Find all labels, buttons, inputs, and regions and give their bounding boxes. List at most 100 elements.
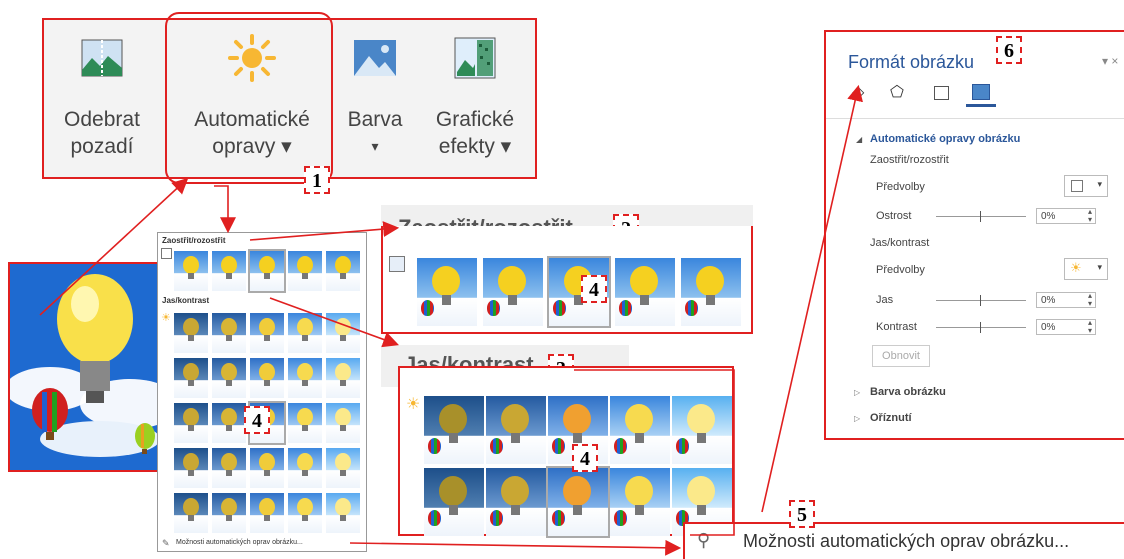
- brightness-presets-dropdown[interactable]: ☀ ▾: [1064, 258, 1108, 280]
- auto-corrections-section[interactable]: Automatické opravy obrázku: [870, 133, 1020, 145]
- brightness-thumb[interactable]: [288, 403, 322, 443]
- brightness-thumb[interactable]: [288, 448, 322, 488]
- color-label-2: ▾: [371, 138, 379, 154]
- brightness-thumb[interactable]: [250, 358, 284, 398]
- pane-options-chevron-icon[interactable]: ▾ ×: [1102, 54, 1118, 68]
- expand-color-icon[interactable]: ▷: [854, 388, 860, 397]
- brightness-preset-thumb[interactable]: [610, 396, 670, 464]
- brightness-thumb[interactable]: [288, 493, 322, 533]
- color-button[interactable]: Barva ▾: [340, 20, 410, 177]
- brightness-preset-thumb[interactable]: [672, 396, 732, 464]
- sharpen-thumb[interactable]: [288, 251, 322, 291]
- sharpness-label: Ostrost: [876, 210, 912, 222]
- brightness-thumb[interactable]: [326, 313, 360, 353]
- brightness-thumb[interactable]: [326, 448, 360, 488]
- brightness-preset-thumb[interactable]: [546, 466, 610, 538]
- auto-corrections-options-menu-item[interactable]: ⚲ Možnosti automatických oprav obrázku..…: [683, 522, 1124, 559]
- reset-button[interactable]: Obnovit: [872, 345, 930, 367]
- gallery-section-sharpen: Zaostřit/rozostřit: [162, 236, 226, 245]
- brightness-slider[interactable]: [936, 295, 1026, 306]
- artistic-effects-label-1: Grafické: [435, 108, 515, 131]
- brightness-preset-thumb[interactable]: [486, 468, 546, 536]
- sharpen-thumb[interactable]: [174, 251, 208, 291]
- brightness-thumb[interactable]: [250, 493, 284, 533]
- callout-4-gallery: 4: [244, 406, 270, 434]
- brightness-input[interactable]: 0% ▴ ▾: [1036, 292, 1096, 308]
- brightness-sun-icon: ☀: [161, 312, 171, 324]
- picture-color-icon: [354, 40, 396, 76]
- brightness-preset-thumb[interactable]: [486, 396, 546, 464]
- expand-crop-icon[interactable]: ▷: [854, 414, 860, 423]
- sharpen-thumb[interactable]: [248, 249, 286, 293]
- fill-line-tab-icon[interactable]: ◇: [852, 82, 864, 102]
- remove-background-button[interactable]: Odebrat pozadí: [52, 20, 152, 177]
- contrast-slider[interactable]: [936, 322, 1026, 333]
- brightness-thumb[interactable]: [174, 358, 208, 398]
- crop-section[interactable]: Oříznutí: [870, 412, 912, 424]
- brightness-presets-label: Předvolby: [876, 264, 925, 276]
- sharpness-slider[interactable]: [936, 211, 1026, 222]
- brightness-thumb[interactable]: [174, 403, 208, 443]
- sharpen-presets-dropdown[interactable]: ▾: [1064, 175, 1108, 197]
- brightness-thumb[interactable]: [288, 313, 322, 353]
- brightness-thumb[interactable]: [174, 493, 208, 533]
- remove-background-label-2: pozadí: [70, 135, 134, 158]
- lightbulb-balloon-image: [10, 274, 166, 457]
- paint-icon: ✎: [162, 538, 170, 548]
- brightness-thumb[interactable]: [212, 493, 246, 533]
- brightness-thumb[interactable]: [212, 448, 246, 488]
- brightness-heading: Jas/kontrast: [870, 237, 930, 249]
- sharpen-thumb[interactable]: [326, 251, 360, 291]
- remove-background-icon: [81, 39, 123, 77]
- callout-6: 6: [996, 36, 1022, 64]
- picture-color-section[interactable]: Barva obrázku: [870, 386, 946, 398]
- auto-corrections-gallery: Zaostřit/rozostřit Jas/kontrast ☀ ✎ Možn…: [157, 232, 367, 552]
- brightness-zoom-panel: ☀: [398, 366, 734, 538]
- brightness-label: Jas: [876, 294, 894, 306]
- paint-bucket-icon: ⚲: [697, 530, 711, 550]
- sharpen-presets-label: Předvolby: [876, 181, 925, 193]
- picture-tab-icon[interactable]: [972, 84, 990, 100]
- sharpness-input[interactable]: 0% ▴ ▾: [1036, 208, 1096, 224]
- sharpen-preset-thumb[interactable]: [681, 258, 741, 326]
- brightness-thumb[interactable]: [288, 358, 322, 398]
- effects-tab-icon[interactable]: ⬠: [890, 82, 904, 102]
- format-picture-pane: Formát obrázku 6 ▾ × ◇ ⬠ ◢ Automatické o…: [824, 30, 1124, 440]
- brightness-preset-thumb[interactable]: [424, 396, 484, 464]
- sharpen-preset-thumb[interactable]: [417, 258, 477, 326]
- active-tab-indicator: [966, 104, 996, 107]
- brightness-thumb[interactable]: [250, 313, 284, 353]
- brightness-thumb[interactable]: [212, 313, 246, 353]
- sharpen-preset-thumb[interactable]: [615, 258, 675, 326]
- brightness-preset-icon: ☀: [406, 396, 421, 413]
- sharpen-zoom-panel: [381, 226, 753, 334]
- remove-background-label-1: Odebrat: [64, 108, 140, 131]
- brightness-thumb[interactable]: [174, 313, 208, 353]
- brightness-thumb[interactable]: [212, 358, 246, 398]
- brightness-preset-thumb[interactable]: [610, 468, 670, 536]
- auto-corrections-highlight: [165, 12, 333, 184]
- brightness-thumb[interactable]: [326, 358, 360, 398]
- brightness-thumb[interactable]: [212, 403, 246, 443]
- brightness-thumb[interactable]: [326, 403, 360, 443]
- source-picture: [8, 262, 168, 472]
- pane-divider: [826, 118, 1124, 119]
- color-label-1: Barva: [347, 108, 403, 131]
- artistic-effects-button[interactable]: Grafické efekty ▾: [420, 20, 530, 177]
- brightness-preset-thumb[interactable]: [424, 468, 484, 536]
- gallery-section-brightness: Jas/kontrast: [162, 296, 210, 305]
- callout-4-brightness: 4: [572, 444, 598, 472]
- sharpen-heading: Zaostřit/rozostřit: [870, 154, 949, 166]
- format-pane-title: Formát obrázku: [848, 52, 975, 72]
- gallery-options-link[interactable]: Možnosti automatických oprav obrázku...: [176, 539, 303, 546]
- sharpen-preset-thumb[interactable]: [483, 258, 543, 326]
- brightness-thumb[interactable]: [250, 448, 284, 488]
- sharpen-thumb[interactable]: [212, 251, 246, 291]
- size-properties-tab-icon[interactable]: [934, 86, 949, 100]
- contrast-input[interactable]: 0% ▴ ▾: [1036, 319, 1096, 335]
- brightness-thumb[interactable]: [174, 448, 208, 488]
- collapse-triangle-icon[interactable]: ◢: [856, 135, 862, 144]
- artistic-effects-label-2: efekty ▾: [438, 135, 512, 158]
- sharpen-icon: [161, 248, 172, 259]
- brightness-thumb[interactable]: [326, 493, 360, 533]
